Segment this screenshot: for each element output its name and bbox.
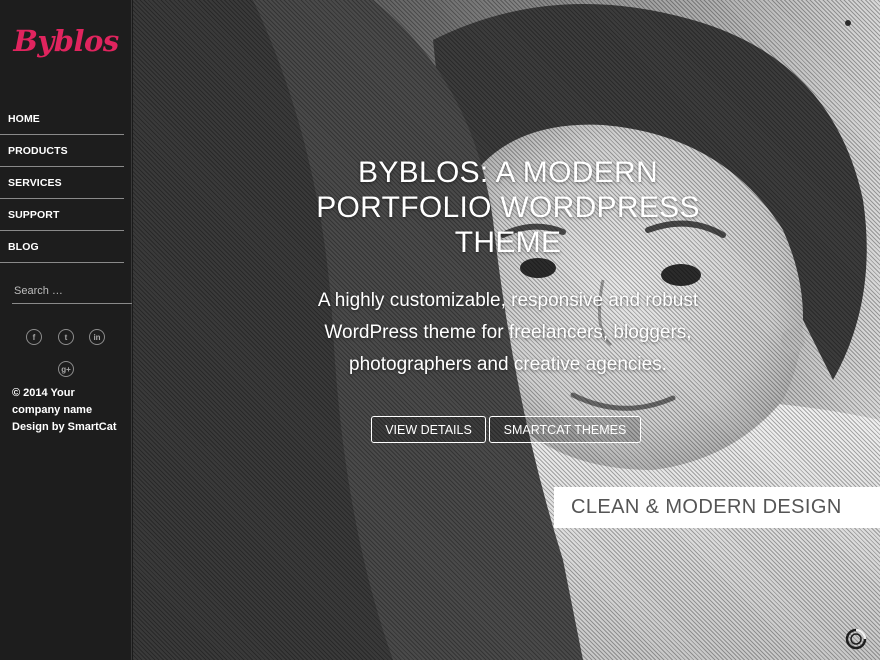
copyright-line: © 2014 Your — [12, 387, 75, 399]
main-nav: HOME PRODUCTS SERVICES SUPPORT BLOG — [0, 102, 124, 263]
nav-item-blog[interactable]: BLOG — [0, 231, 124, 263]
slide-caption: CLEAN & MODERN DESIGN — [554, 487, 880, 528]
linkedin-icon[interactable]: in — [89, 329, 105, 345]
search-box — [12, 280, 132, 304]
hero-slider: BYBLOS: A MODERN PORTFOLIO WORDPRESS THE… — [133, 0, 880, 660]
slider-indicator-dot[interactable] — [845, 20, 851, 26]
nav-item-products[interactable]: PRODUCTS — [0, 135, 124, 167]
slide-title-line: BYBLOS: A MODERN — [358, 156, 658, 189]
slide-subtitle: A highly customizable, responsive and ro… — [283, 285, 733, 381]
facebook-icon[interactable]: f — [26, 329, 42, 345]
smartcat-themes-button[interactable]: SMARTCAT THEMES — [489, 416, 641, 443]
nav-item-home[interactable]: HOME — [0, 102, 124, 135]
slide-subtitle-line: WordPress theme for freelancers, blogger… — [324, 322, 692, 343]
site-logo[interactable]: Byblos — [0, 24, 132, 58]
search-input[interactable] — [12, 280, 130, 302]
slide-title-line: PORTFOLIO WORDPRESS — [316, 191, 700, 224]
page: Byblos HOME PRODUCTS SERVICES SUPPORT BL… — [0, 0, 880, 660]
slide-title: BYBLOS: A MODERN PORTFOLIO WORDPRESS THE… — [303, 155, 713, 260]
slide-subtitle-line: A highly customizable, responsive and ro… — [317, 290, 699, 311]
slider-timer-icon[interactable] — [845, 628, 867, 650]
slide-title-line: THEME — [454, 226, 562, 259]
company-name-line: company name — [12, 404, 93, 416]
designer-credit[interactable]: Design by SmartCat — [12, 419, 130, 436]
twitter-icon[interactable]: t — [58, 329, 74, 345]
view-details-button[interactable]: VIEW DETAILS — [371, 416, 486, 443]
nav-item-services[interactable]: SERVICES — [0, 167, 124, 199]
slide-subtitle-line: photographers and creative agencies. — [349, 354, 667, 375]
copyright-text: © 2014 Your company name Design by Smart… — [12, 385, 130, 436]
nav-item-support[interactable]: SUPPORT — [0, 199, 124, 231]
sidebar: Byblos HOME PRODUCTS SERVICES SUPPORT BL… — [0, 0, 132, 660]
google-plus-icon[interactable]: g+ — [58, 361, 74, 377]
